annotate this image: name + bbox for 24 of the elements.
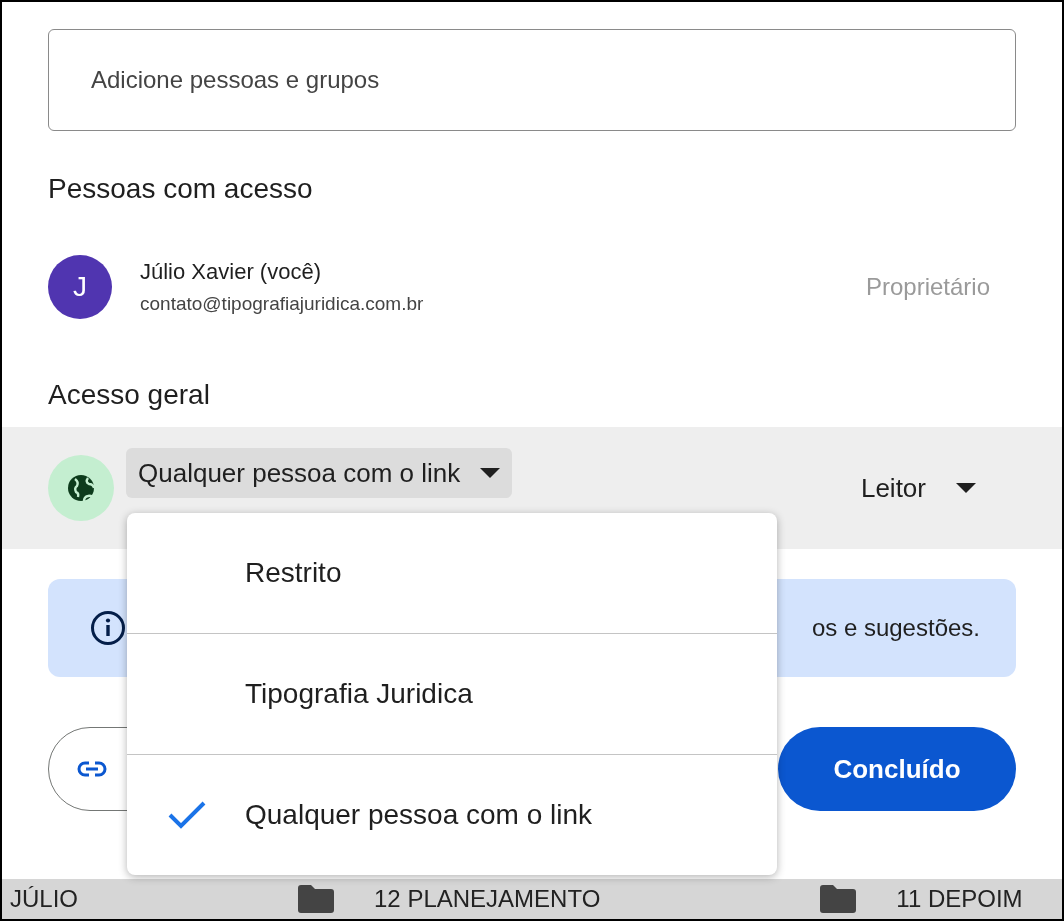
menu-item[interactable]: Restrito xyxy=(127,513,777,633)
search-field[interactable]: Adicione pessoas e grupos xyxy=(48,29,1016,131)
menu-item[interactable]: Qualquer pessoa com o link xyxy=(127,755,777,875)
section-title: Acesso geral xyxy=(48,379,211,412)
avatar: J xyxy=(48,255,112,319)
link-icon xyxy=(77,761,107,777)
person-name: Júlio Xavier (você) xyxy=(140,259,322,285)
folder-icon xyxy=(298,885,334,913)
taskbar-item[interactable]: JÚLIO xyxy=(10,885,78,913)
globe-icon xyxy=(48,455,114,521)
info-text: os e sugestões. xyxy=(811,614,980,642)
menu-item[interactable]: Tipografia Juridica xyxy=(127,634,777,754)
person-email: contato@tipografiajuridica.com.br xyxy=(140,293,425,315)
section-title: Pessoas com acesso xyxy=(48,173,314,206)
access-scope-dropdown[interactable]: Qualquer pessoa com o link xyxy=(126,448,513,498)
caret-icon xyxy=(480,468,501,478)
taskbar-item[interactable]: 12 PLANEJAMENTO xyxy=(374,885,601,913)
taskbar-item[interactable]: 11 DEPOIM xyxy=(896,885,1023,913)
caret-icon xyxy=(956,483,976,493)
info-icon xyxy=(90,610,126,646)
folder-icon xyxy=(820,885,857,913)
role-dropdown[interactable]: Leitor xyxy=(860,472,976,504)
done-button[interactable]: Concluído xyxy=(778,727,1016,811)
role-label: Proprietário xyxy=(865,273,990,301)
